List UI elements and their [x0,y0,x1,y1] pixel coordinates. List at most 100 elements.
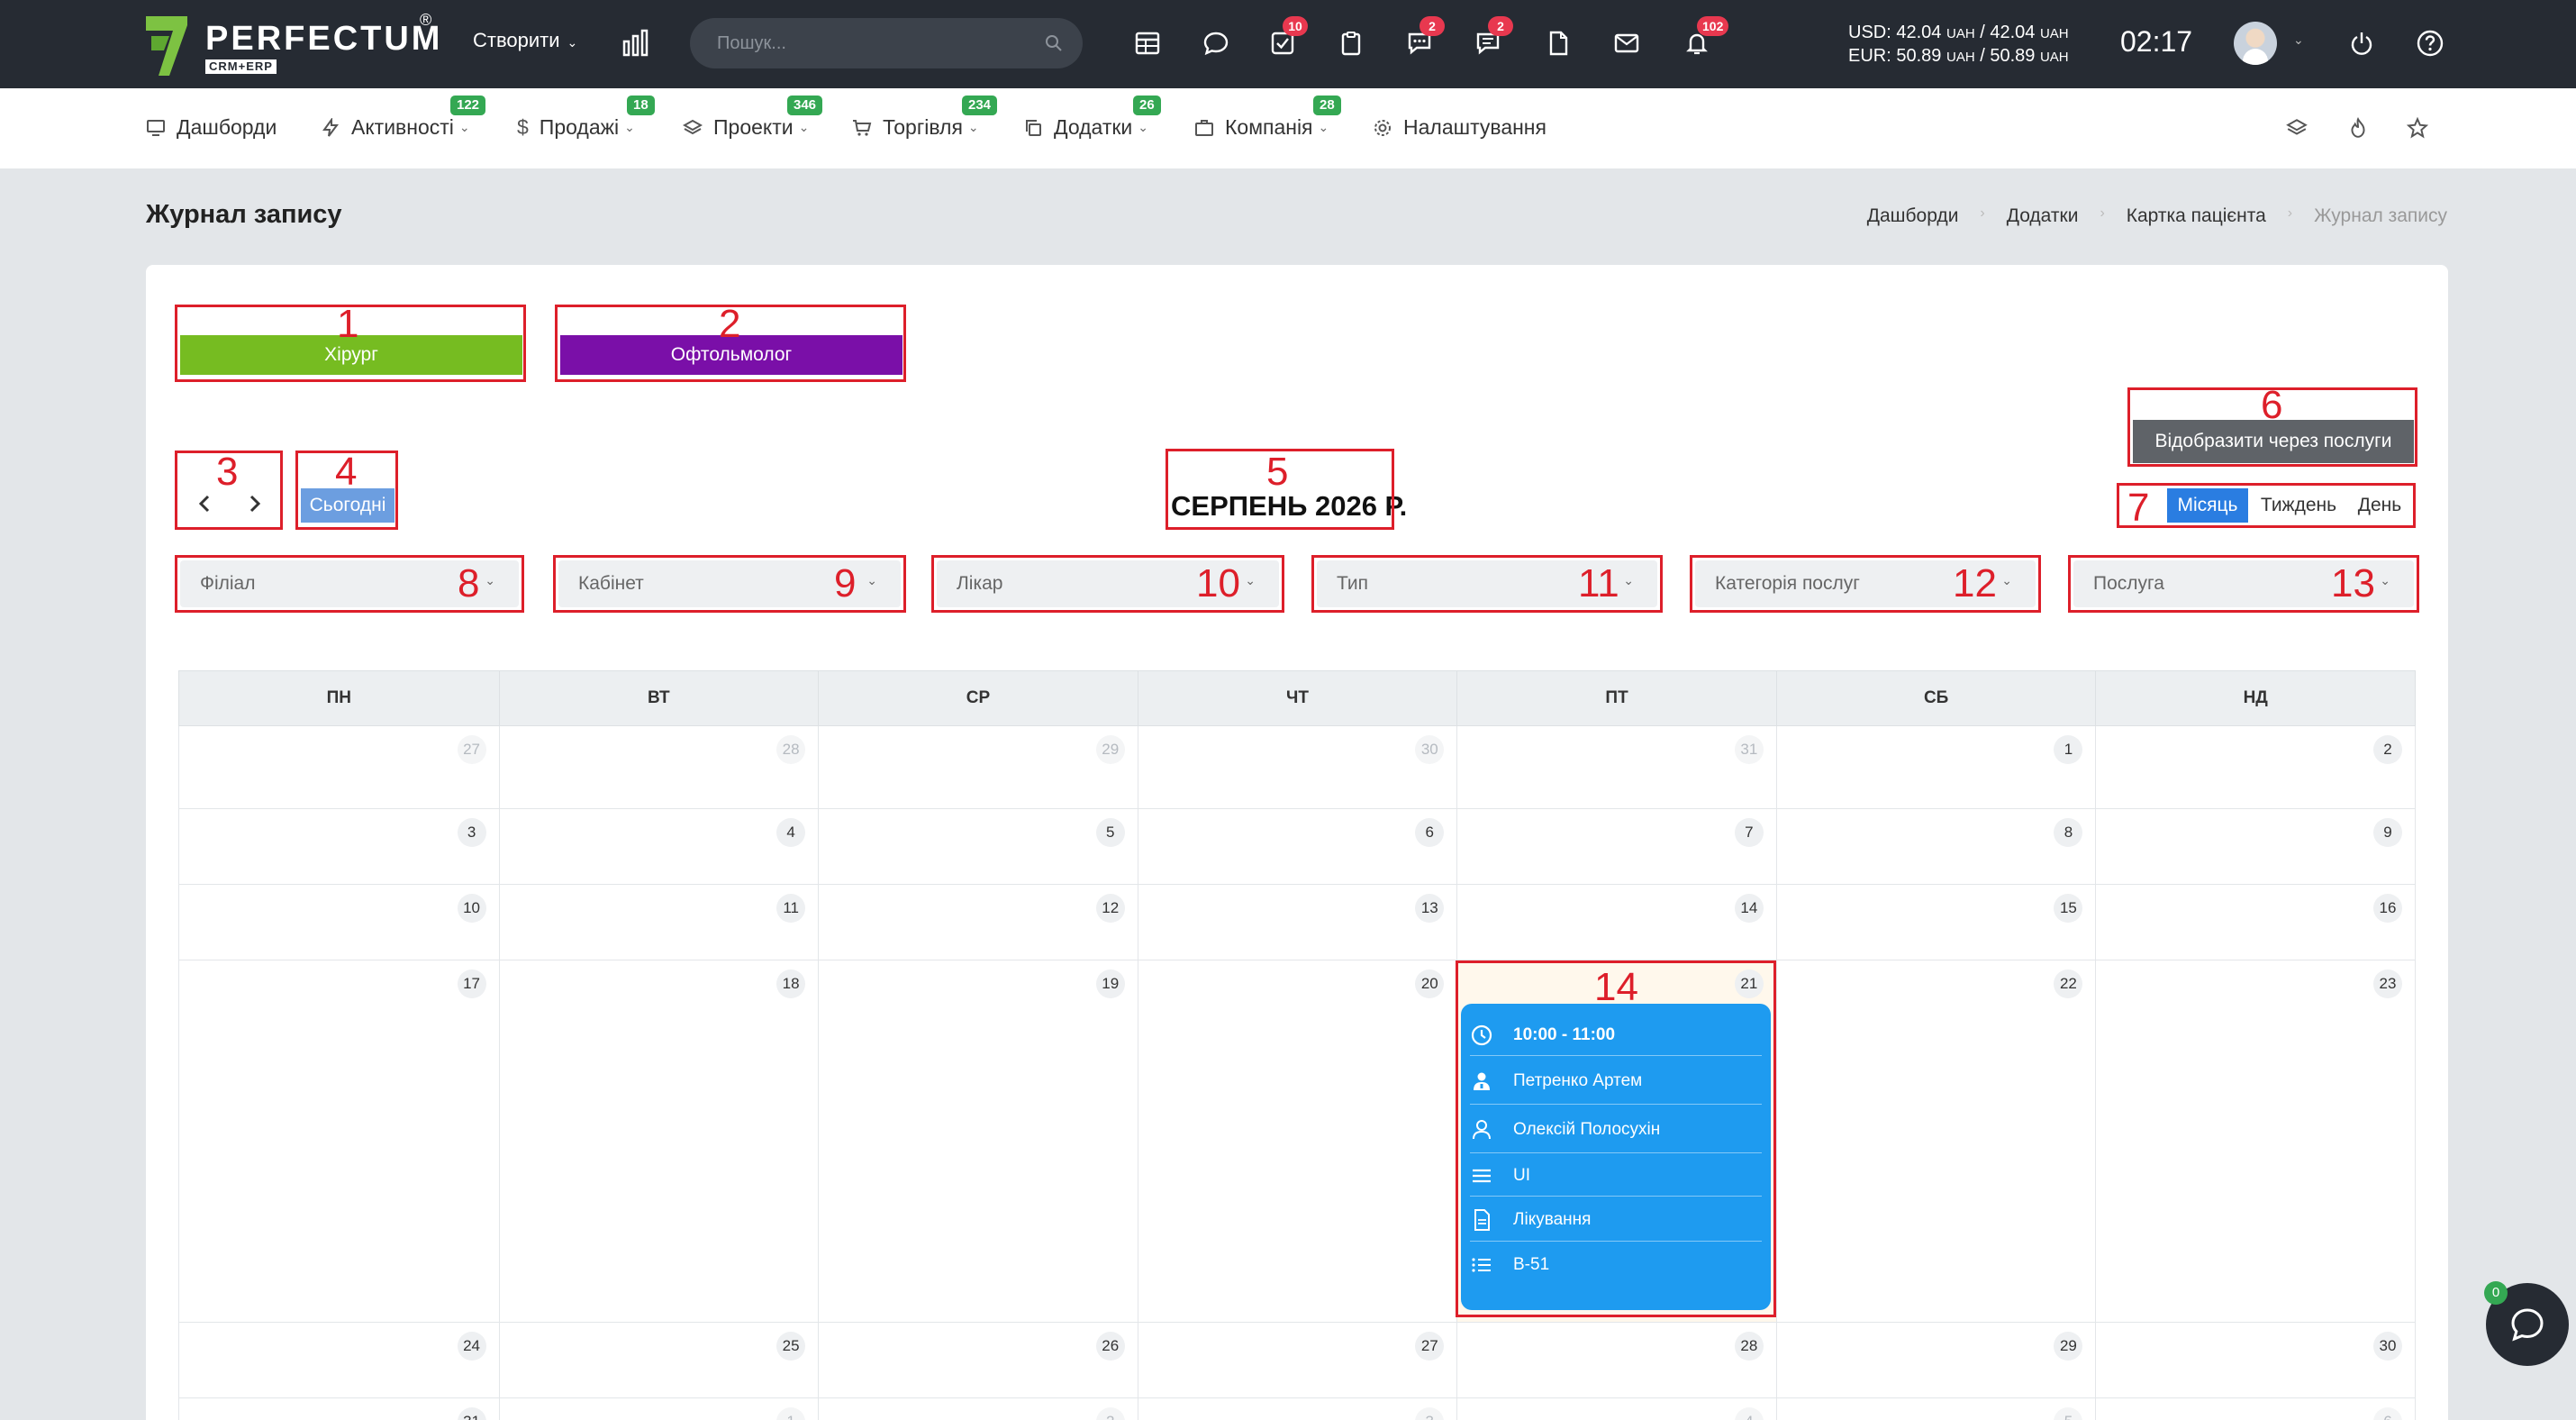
annotation-number: 5 [1266,450,1289,494]
calendar-day-cell[interactable]: 5 [818,809,1138,884]
clipboard-icon[interactable] [1333,25,1369,61]
fire-icon[interactable] [2344,114,2372,142]
bar-chart-icon[interactable] [621,29,650,58]
calendar-day-cell[interactable]: 4 [498,809,819,884]
annotation-box [1456,960,1776,1317]
nav-item-addons[interactable]: Додатки ⌄ 26 [1023,96,1161,140]
annotation-number: 1 [337,302,359,346]
calendar-day-cell[interactable]: 30 [2095,1323,2415,1397]
calendar-day-cell[interactable]: 2 [2095,726,2415,808]
star-icon[interactable] [2403,114,2432,142]
calendar-day-cell[interactable]: 10 [179,885,499,960]
calendar-day-cell[interactable]: 8 [1775,809,2096,884]
nav-badge: 26 [1133,96,1161,115]
calendar-day-cell[interactable]: 27 [1137,1323,1457,1397]
calendar-day-cell[interactable]: 6 [2095,1398,2415,1420]
breadcrumb-item[interactable]: Дашборди [1867,205,1959,227]
search-input[interactable] [717,18,1023,68]
chevron-down-icon[interactable]: ⌄ [2293,32,2304,48]
create-button[interactable]: Створити ⌄ [473,29,577,52]
day-number: 14 [1734,894,1764,923]
calendar-day-cell[interactable]: 28 [1456,1323,1776,1397]
avatar[interactable] [2234,22,2277,65]
comment-icon[interactable] [1198,25,1234,61]
annotation-number: 7 [2127,486,2150,530]
calendar-day-cell[interactable]: 7 [1456,809,1776,884]
copy-icon [1026,119,1041,136]
chevron-down-icon: ⌄ [967,120,979,134]
mail-icon[interactable] [1609,25,1645,61]
nav-item-sales[interactable]: $ Продажі ⌄ 18 [517,96,655,140]
calendar-day-cell[interactable]: 4 [1456,1398,1776,1420]
create-label: Створити [473,29,560,51]
calendar-day-cell[interactable]: 1 [1775,726,2096,808]
table-icon[interactable] [1129,25,1166,61]
calendar-day-cell[interactable]: 20 [1137,960,1457,1322]
chat-icon[interactable]: 2 [1401,16,1445,61]
nav-badge: 28 [1313,96,1341,115]
calendar-day-cell[interactable]: 22 [1775,960,2096,1322]
calendar-day-cell[interactable]: 26 [818,1323,1138,1397]
cart-icon [853,119,872,136]
nav-item-settings[interactable]: Налаштування [1373,115,1547,140]
nav-item-dashboards[interactable]: Дашборди [146,115,277,140]
calendar-day-cell[interactable]: 27 [179,726,499,808]
layers-icon [683,119,703,134]
briefcase-icon [1195,119,1213,136]
calendar-day-cell[interactable]: 31 [179,1398,499,1420]
calendar-day-cell[interactable]: 15 [1775,885,2096,960]
calendar-day-cell[interactable]: 3 [179,809,499,884]
weekday-label: НД [2095,671,2415,725]
day-number: 26 [1095,1332,1125,1361]
annotation-number: 9 [834,561,857,605]
breadcrumb-item[interactable]: Картка пацієнта [2127,205,2266,227]
day-number: 17 [457,969,486,998]
calendar-day-cell[interactable]: 31 [1456,726,1776,808]
annotation-number: 11 [1578,561,1619,605]
nav-item-activities[interactable]: Активності ⌄ 122 [321,96,486,140]
search-icon[interactable] [1045,34,1063,52]
calendar-day-cell[interactable]: 5 [1775,1398,2096,1420]
annotation-number: 12 [1953,561,1997,605]
calendar-day-cell[interactable]: 29 [818,726,1138,808]
annotation-number: 13 [2331,561,2375,605]
calendar-day-cell[interactable]: 18 [498,960,819,1322]
calendar-day-cell[interactable]: 14 [1456,885,1776,960]
calendar-day-cell[interactable]: 6 [1137,809,1457,884]
calendar-day-cell[interactable]: 17 [179,960,499,1322]
nav-item-trade[interactable]: Торгівля ⌄ 234 [852,96,998,140]
calendar-day-cell[interactable]: 19 [818,960,1138,1322]
notifications-badge: 102 [1697,16,1729,36]
file-icon[interactable] [1540,25,1576,61]
weekday-label: ВТ [498,671,819,725]
breadcrumb-item[interactable]: Додатки [2007,205,2079,227]
power-icon[interactable] [2344,25,2380,61]
calendar-day-cell[interactable]: 23 [2095,960,2415,1322]
nav-item-company[interactable]: Компанія ⌄ 28 [1194,96,1341,140]
chat-bubble-icon [2511,1308,2544,1342]
day-number: 4 [1734,1407,1764,1420]
calendar-day-cell[interactable]: 24 [179,1323,499,1397]
calendar-day-cell[interactable]: 25 [498,1323,819,1397]
calendar-day-cell[interactable]: 28 [498,726,819,808]
calendar-day-cell[interactable]: 11 [498,885,819,960]
messages-icon[interactable]: 2 [1470,16,1513,61]
help-icon[interactable] [2412,25,2448,61]
usd-rate: USD: 42.04 UAH / 42.04 UAH [1848,23,2069,42]
calendar-day-cell[interactable]: 29 [1775,1323,2096,1397]
calendar-day-cell[interactable]: 9 [2095,809,2415,884]
tasks-icon[interactable]: 10 [1265,16,1308,61]
calendar-day-cell[interactable]: 2 [818,1398,1138,1420]
calendar-day-cell[interactable]: 3 [1137,1398,1457,1420]
calendar-day-cell[interactable]: 16 [2095,885,2415,960]
annotation-number: 14 [1594,965,1638,1009]
weekday-label: ПТ [1456,671,1776,725]
calendar-day-cell[interactable]: 1 [498,1398,819,1420]
calendar-day-cell[interactable]: 12 [818,885,1138,960]
calendar-day-cell[interactable]: 30 [1137,726,1457,808]
layers-icon[interactable] [2282,114,2311,142]
calendar-day-cell[interactable]: 13 [1137,885,1457,960]
nav-item-projects[interactable]: Проекти ⌄ 346 [683,96,823,140]
bell-icon[interactable]: 102 [1679,16,1729,61]
nav-label: Налаштування [1403,115,1547,139]
